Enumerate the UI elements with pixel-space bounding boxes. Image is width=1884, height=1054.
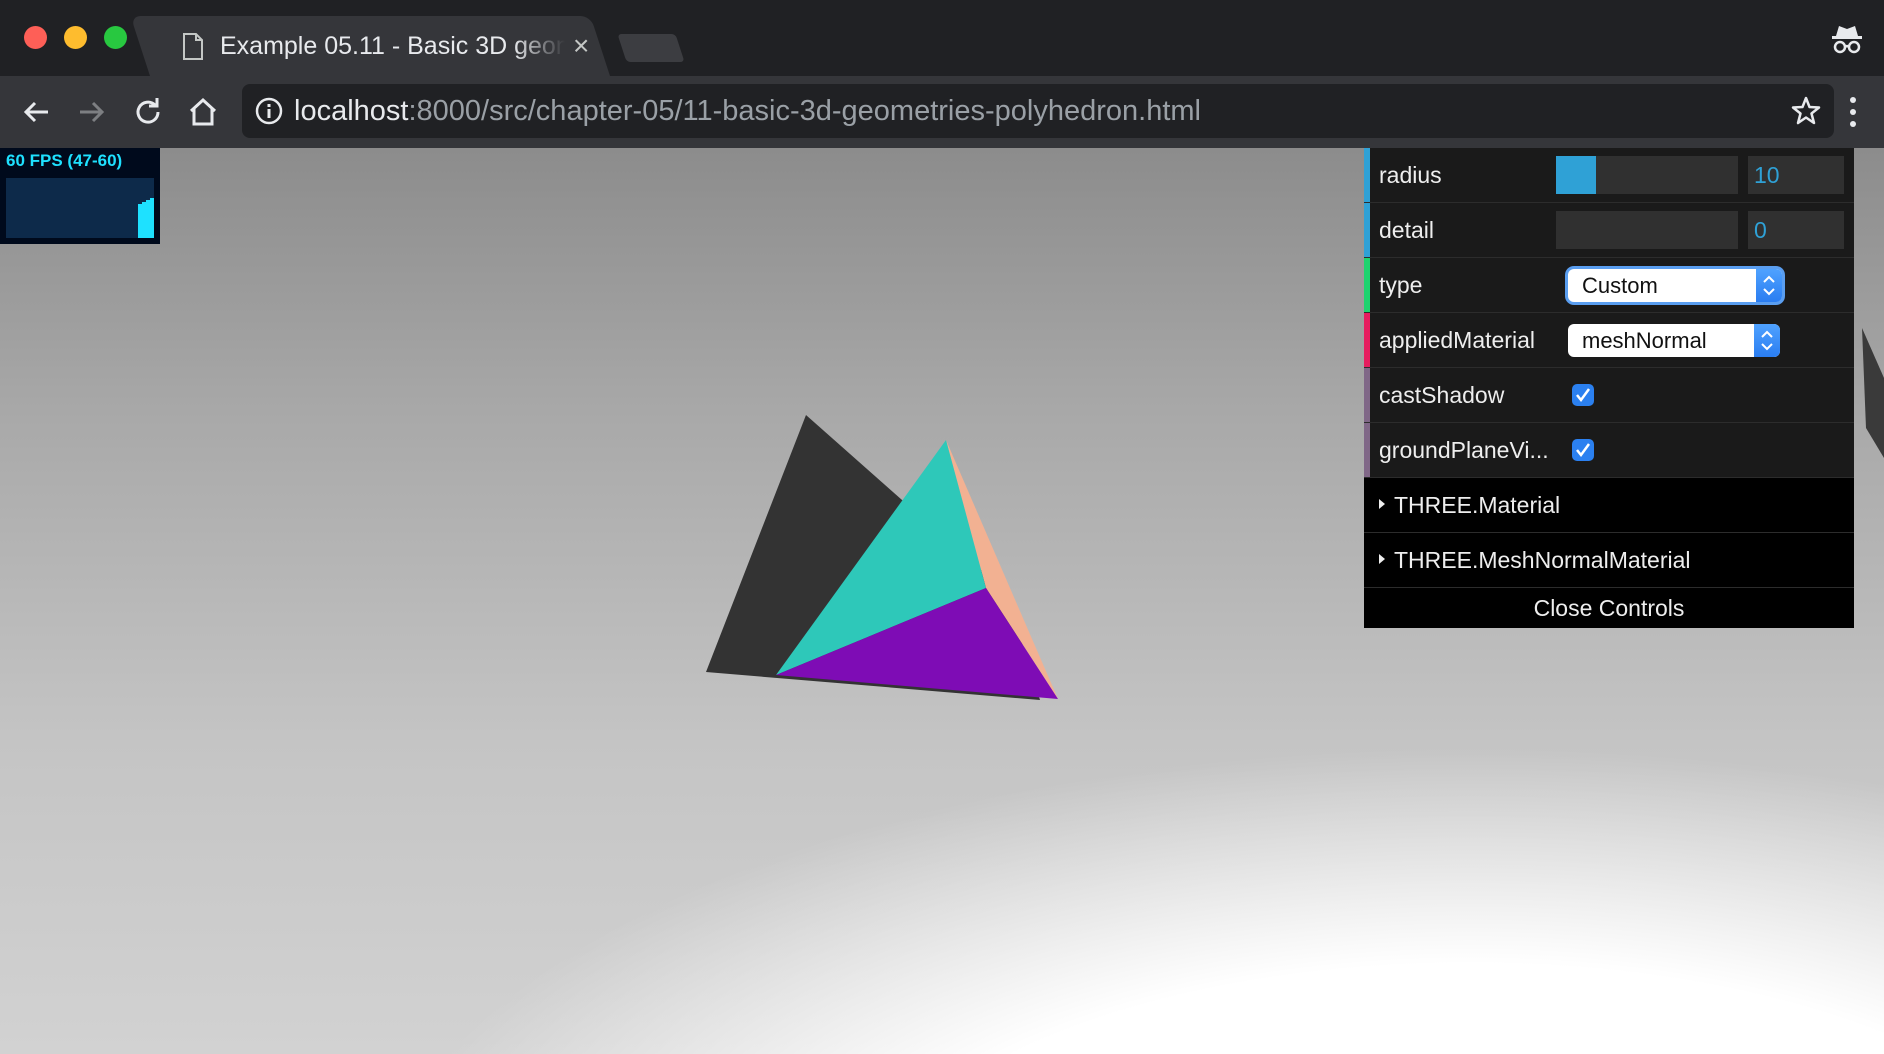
- cast-shadow-row: castShadow: [1364, 368, 1854, 423]
- radius-slider-fill: [1556, 156, 1596, 194]
- close-window-button[interactable]: [24, 26, 47, 49]
- chevron-updown-icon: [1754, 324, 1780, 357]
- url-path: :8000/src/chapter-05/11-basic-3d-geometr…: [408, 95, 1201, 127]
- ground-plane-visible-row: groundPlaneVi...: [1364, 423, 1854, 478]
- address-bar[interactable]: localhost:8000/src/chapter-05/11-basic-3…: [242, 84, 1834, 138]
- close-controls-button[interactable]: Close Controls: [1364, 588, 1854, 628]
- active-tab-content[interactable]: Example 05.11 - Basic 3D geometries - Po…: [178, 16, 598, 76]
- reload-button[interactable]: [128, 92, 168, 132]
- detail-slider[interactable]: [1556, 211, 1738, 249]
- disclosure-triangle-icon: [1379, 554, 1385, 564]
- bookmark-star-icon[interactable]: [1790, 95, 1822, 127]
- detail-input[interactable]: 0: [1748, 211, 1844, 249]
- type-select-value: Custom: [1582, 273, 1658, 298]
- row-accent: [1364, 203, 1370, 257]
- applied-material-row: appliedMaterial meshNormal: [1364, 313, 1854, 368]
- tab-strip: Example 05.11 - Basic 3D geometries - Po…: [0, 0, 1884, 76]
- home-icon: [189, 97, 217, 126]
- folder-label: THREE.Material: [1394, 492, 1561, 518]
- document-icon: [183, 32, 203, 60]
- back-button[interactable]: [16, 92, 56, 132]
- cast-shadow-checkbox[interactable]: [1572, 384, 1594, 406]
- reload-icon: [136, 98, 160, 124]
- tab-title: Example 05.11 - Basic 3D geometries - Po…: [220, 31, 565, 60]
- webgl-viewport[interactable]: 60 FPS (47-60) radius 10 detail 0 type C…: [0, 148, 1884, 1054]
- applied-material-select[interactable]: meshNormal: [1568, 324, 1780, 357]
- radius-label: radius: [1379, 162, 1442, 188]
- maximize-window-button[interactable]: [104, 26, 127, 49]
- new-tab-button[interactable]: [617, 34, 685, 62]
- row-accent: [1364, 423, 1370, 477]
- applied-material-label: appliedMaterial: [1379, 327, 1535, 353]
- row-accent: [1364, 258, 1370, 312]
- cast-shadow-label: castShadow: [1379, 382, 1505, 408]
- fps-label: 60 FPS (47-60): [6, 151, 123, 170]
- checkmark-icon: [1576, 443, 1591, 458]
- disclosure-triangle-icon: [1379, 499, 1385, 509]
- info-icon[interactable]: [254, 96, 284, 126]
- url-text[interactable]: localhost:8000/src/chapter-05/11-basic-3…: [294, 84, 1201, 138]
- minimize-window-button[interactable]: [64, 26, 87, 49]
- home-button[interactable]: [183, 92, 223, 132]
- fps-bars: [138, 198, 154, 238]
- radius-slider[interactable]: [1556, 156, 1738, 194]
- applied-material-select-value: meshNormal: [1582, 328, 1707, 353]
- folder-label: THREE.MeshNormalMaterial: [1394, 547, 1691, 573]
- folder-three-mesh-normal-material[interactable]: THREE.MeshNormalMaterial: [1364, 533, 1854, 588]
- more-menu-icon[interactable]: [1846, 94, 1860, 130]
- detail-row: detail 0: [1364, 203, 1854, 258]
- forward-button[interactable]: [72, 92, 112, 132]
- stats-panel[interactable]: 60 FPS (47-60): [0, 148, 160, 244]
- detail-label: detail: [1379, 217, 1434, 243]
- ground-plane-visible-checkbox[interactable]: [1572, 439, 1594, 461]
- type-label: type: [1379, 272, 1423, 298]
- radius-input[interactable]: 10: [1748, 156, 1844, 194]
- row-accent: [1364, 368, 1370, 422]
- browser-toolbar: localhost:8000/src/chapter-05/11-basic-3…: [0, 76, 1884, 148]
- back-arrow-icon: [23, 101, 48, 123]
- folder-three-material[interactable]: THREE.Material: [1364, 478, 1854, 533]
- chevron-updown-icon: [1756, 269, 1782, 302]
- row-accent: [1364, 148, 1370, 202]
- url-host: localhost: [294, 95, 409, 127]
- ground-plane-visible-label: groundPlaneVi...: [1379, 437, 1549, 463]
- radius-row: radius 10: [1364, 148, 1854, 203]
- tab-close-icon[interactable]: ×: [573, 32, 589, 60]
- row-accent: [1364, 313, 1370, 367]
- scene-edge-object: [1862, 328, 1884, 458]
- type-select[interactable]: Custom: [1568, 269, 1782, 302]
- controls-panel: radius 10 detail 0 type Custom appliedMa…: [1364, 148, 1854, 628]
- forward-arrow-icon: [80, 101, 105, 123]
- type-row: type Custom: [1364, 258, 1854, 313]
- fps-graph: [6, 178, 154, 238]
- checkmark-icon: [1576, 388, 1591, 403]
- incognito-icon: [1832, 26, 1862, 54]
